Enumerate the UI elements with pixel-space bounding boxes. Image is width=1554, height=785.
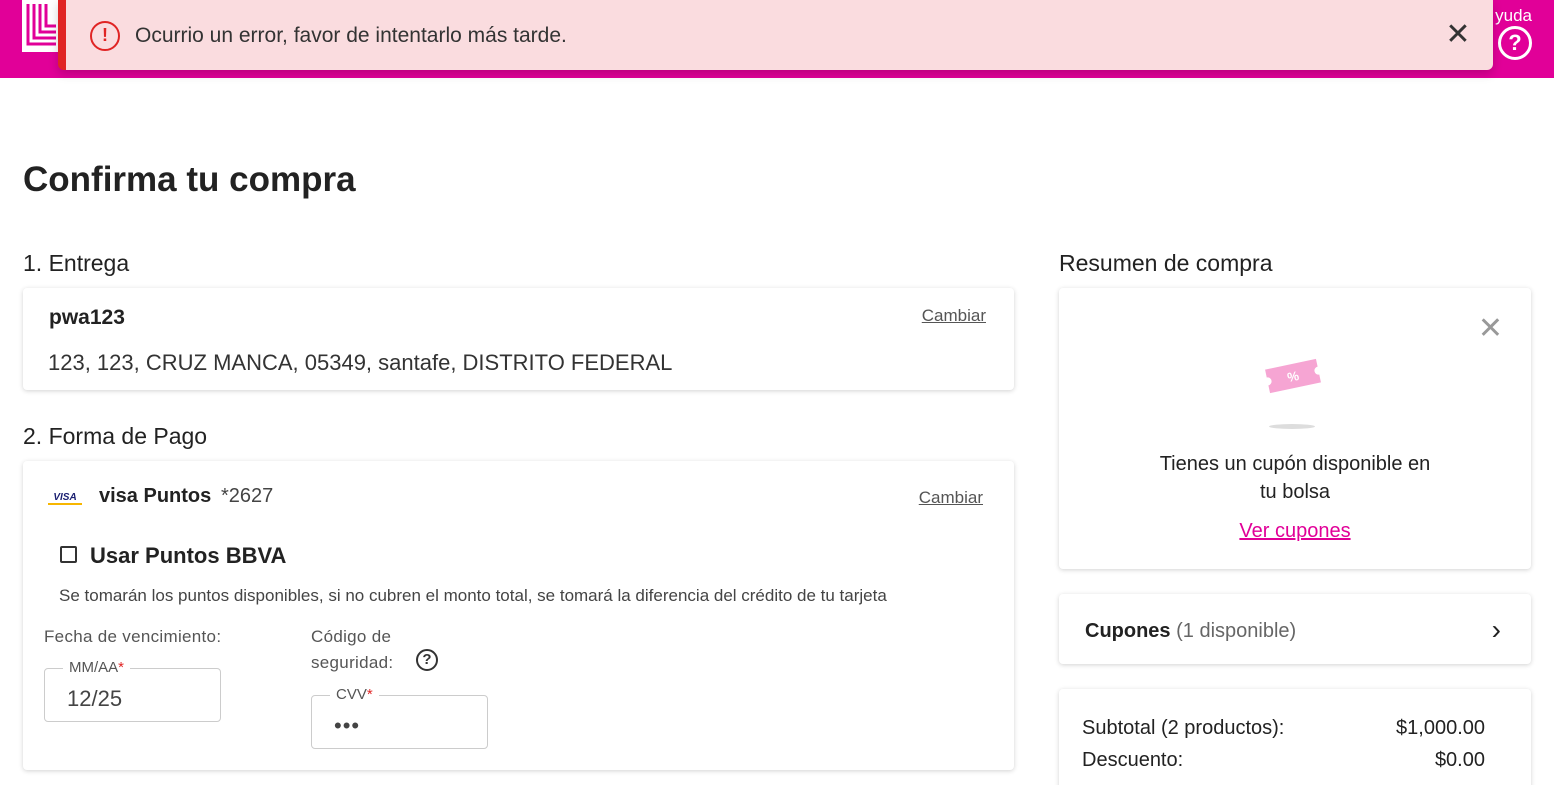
totals-card: Subtotal (2 productos): $1,000.00 Descue…	[1059, 689, 1531, 785]
points-note: Se tomarán los puntos disponibles, si no…	[59, 586, 887, 605]
discount-row: Descuento: $0.00	[1082, 749, 1485, 772]
view-coupons-link-wrap: Ver cupones	[1059, 520, 1531, 543]
use-points-label[interactable]: Usar Puntos BBVA	[90, 543, 286, 569]
coupon-notice-text: Tienes un cupón disponible en tu bolsa	[1059, 450, 1531, 506]
security-label-line1: Código de	[311, 627, 392, 646]
cvv-value: •••	[334, 713, 361, 738]
chevron-right-icon[interactable]: ›	[1492, 614, 1501, 646]
help-icon[interactable]: ?	[416, 649, 438, 671]
error-alert: ! Ocurrio un error, favor de intentarlo …	[58, 0, 1493, 70]
delivery-card: pwa123 Cambiar 123, 123, CRUZ MANCA, 053…	[23, 288, 1014, 390]
page-title: Confirma tu compra	[23, 160, 356, 199]
summary-section-title: Resumen de compra	[1059, 250, 1273, 276]
help-label: yuda	[1495, 6, 1532, 25]
visa-logo-icon: VISA	[48, 491, 82, 505]
expiry-input[interactable]: MM/AA* 12/25	[44, 659, 221, 722]
coupon-notice-card: ✕ % Tienes un cupón disponible en tu bol…	[1059, 288, 1531, 569]
subtotal-row: Subtotal (2 productos): $1,000.00	[1082, 717, 1485, 740]
payment-section-title: 2. Forma de Pago	[23, 423, 208, 449]
subtotal-value: $1,000.00	[1396, 717, 1485, 739]
use-points-checkbox[interactable]	[60, 546, 77, 563]
cvv-input[interactable]: CVV* •••	[311, 686, 488, 749]
close-icon[interactable]: ✕	[1441, 18, 1475, 52]
ticket-shadow	[1269, 424, 1315, 429]
error-icon: !	[90, 21, 120, 51]
coupon-notice-line1: Tienes un cupón disponible en	[1159, 453, 1431, 475]
discount-label: Descuento:	[1082, 749, 1184, 771]
coupon-notice-line2: tu bolsa	[1259, 481, 1331, 503]
liverpool-logo-icon[interactable]	[22, 0, 62, 52]
security-label-line2: seguridad:	[311, 653, 394, 672]
coupon-ticket-icon: %	[1265, 358, 1321, 394]
expiry-label: Fecha de vencimiento:	[44, 627, 222, 646]
change-payment-link[interactable]: Cambiar	[919, 488, 983, 508]
cvv-field-legend: CVV*	[330, 686, 379, 703]
payment-card: VISA visa Puntos *2627 Cambiar Usar Punt…	[23, 461, 1014, 770]
help-circle-icon: ?	[1498, 26, 1532, 60]
card-number-mask: *2627	[221, 485, 274, 507]
coupons-row[interactable]: Cupones (1 disponible) ›	[1059, 594, 1531, 664]
expiry-field-legend: MM/AA*	[63, 659, 131, 676]
subtotal-label: Subtotal (2 productos):	[1082, 717, 1285, 739]
close-icon[interactable]: ✕	[1478, 314, 1503, 344]
discount-value: $0.00	[1434, 749, 1485, 771]
delivery-section-title: 1. Entrega	[23, 250, 130, 276]
delivery-name: pwa123	[49, 306, 125, 329]
view-coupons-link[interactable]: Ver cupones	[1239, 520, 1350, 542]
card-name: visa Puntos	[99, 485, 212, 507]
expiry-value: 12/25	[67, 686, 123, 711]
delivery-address: 123, 123, CRUZ MANCA, 05349, santafe, DI…	[48, 350, 673, 375]
alert-message: Ocurrio un error, favor de intentarlo má…	[135, 24, 567, 47]
change-delivery-link[interactable]: Cambiar	[922, 306, 986, 326]
coupons-label: Cupones (1 disponible)	[1085, 620, 1297, 642]
